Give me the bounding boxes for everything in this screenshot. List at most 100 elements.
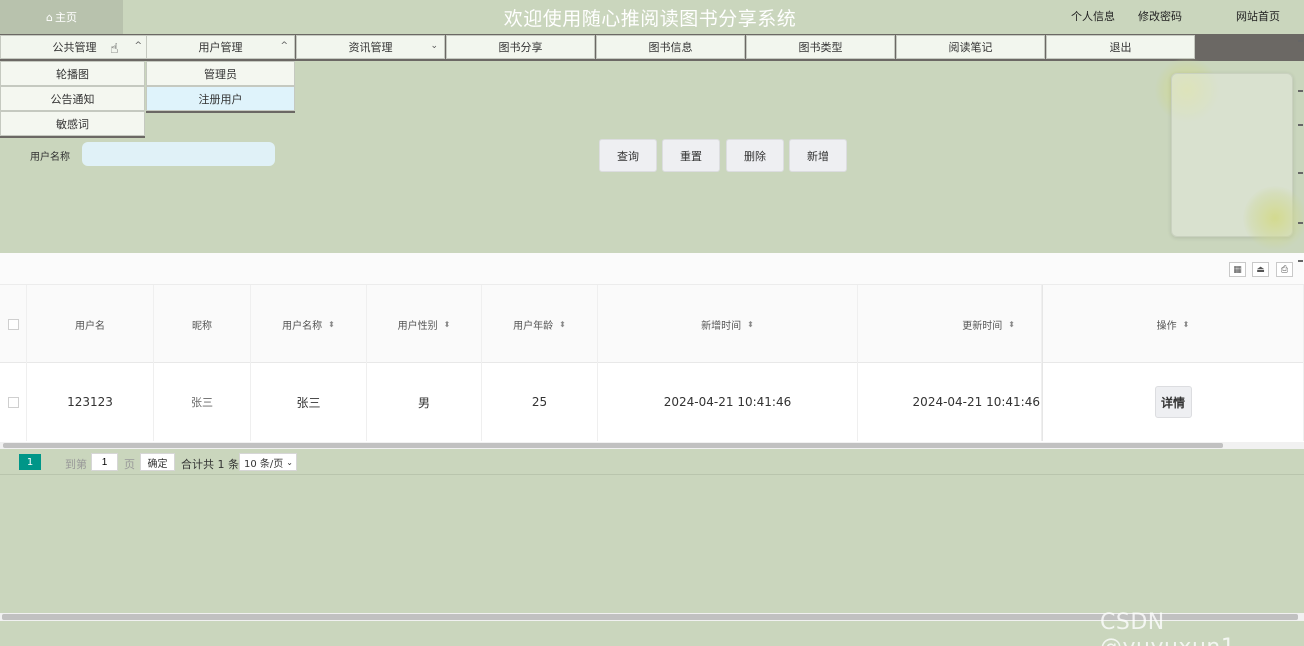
cell-username: 123123 [27,363,154,441]
column-header-label: 用户名称 [282,320,323,332]
reset-button[interactable]: 重置 [662,139,720,172]
nav-item-label: 阅读笔记 [948,41,993,54]
scrollbar-thumb[interactable] [3,443,1223,448]
delete-button[interactable]: 删除 [726,139,784,172]
column-header: 用户名 [27,285,154,363]
add-button[interactable]: 新增 [789,139,847,172]
nav-item-book-info[interactable]: 图书信息 [596,35,745,59]
select-all-cell [0,285,27,363]
page-number-current[interactable]: 1 [19,454,41,470]
cell-name: 张三 [251,363,367,441]
page-size-value: 10 条/页 [244,458,284,470]
column-header[interactable]: 用户性别 ⬍ [367,285,482,363]
cell-created-time: 2024-04-21 10:41:46 [598,363,858,441]
nav-item-reading-notes[interactable]: 阅读笔记 [896,35,1045,59]
goto-page-input[interactable] [91,453,118,471]
column-header: 昵称 [154,285,251,363]
dropdown-user: 管理员 注册用户 [146,61,295,113]
row-select-cell [0,363,27,441]
dropdown-item-sensitive-words[interactable]: 敏感词 [0,111,145,136]
export-icon[interactable]: ⏏ [1252,262,1269,277]
sort-icon[interactable]: ⬍ [1008,320,1015,329]
columns-filter-icon[interactable]: ▦ [1229,262,1246,277]
query-button[interactable]: 查询 [599,139,657,172]
nav-item-label: 图书类型 [798,41,843,54]
column-header-label: 更新时间 [962,320,1003,332]
dropdown-item-admin[interactable]: 管理员 [146,61,295,86]
column-header[interactable]: 新增时间 ⬍ [598,285,858,363]
nav-item-book-type[interactable]: 图书类型 [746,35,895,59]
page-size-select[interactable]: 10 条/页 ⌄ [239,453,297,471]
home-button[interactable]: ⌂ 主页 [0,0,123,34]
cell-actions: 详情 [1042,363,1304,441]
chevron-up-icon: ^ [280,41,288,51]
dropdown-item-carousel[interactable]: 轮播图 [0,61,145,86]
nav-item-label: 公共管理 [52,41,97,54]
watermark: CSDN @yuyuxun1 [1100,610,1235,646]
nav-item-label: 资讯管理 [348,41,393,54]
row-checkbox[interactable] [7,396,19,408]
column-header[interactable]: 更新时间 ⬍ [858,285,1042,363]
divider [0,474,1304,475]
chevron-up-icon: ^ [134,41,142,51]
column-header-label: 用户名 [75,320,105,332]
site-home-link[interactable]: 网站首页 [1236,8,1280,24]
nav-item-user[interactable]: 用户管理 ^ [146,35,295,59]
page-unit-label: 页 [124,458,135,471]
column-header[interactable]: 操作 ⬍ [1042,285,1304,363]
top-bar: ⌂ 主页 欢迎使用随心推阅读图书分享系统 个人信息 修改密码 网站首页 [0,0,1304,37]
decor-blob [1243,186,1304,250]
dropdown-item-registered-user[interactable]: 注册用户 [146,86,295,111]
table-header: 用户名 昵称 用户名称 ⬍ 用户性别 ⬍ 用户年龄 ⬍ 新增时间 ⬍ 更新时间 … [0,285,1304,363]
sort-icon[interactable]: ⬍ [328,320,335,329]
print-icon[interactable]: ⎙ [1276,262,1293,277]
column-header-label: 昵称 [192,320,212,332]
nav-item-label: 图书信息 [648,41,693,54]
nav-filler [1196,34,1304,61]
main-nav: 公共管理 ^ 用户管理 ^ 资讯管理 ⌄ 图书分享 图书信息 图书类型 阅读笔记… [0,34,1304,61]
dropdown-public: 轮播图 公告通知 敏感词 [0,61,145,138]
user-table: ▦ ⏏ ⎙ 用户名 昵称 用户名称 ⬍ 用户性别 ⬍ 用户年龄 ⬍ 新增时间 ⬍ [0,253,1304,449]
chevron-down-icon: ⌄ [430,41,438,51]
nav-item-logout[interactable]: 退出 [1046,35,1195,59]
dropdown-item-notice[interactable]: 公告通知 [0,86,145,111]
nav-item-news[interactable]: 资讯管理 ⌄ [296,35,445,59]
pointer-cursor-icon: ☝ [110,41,119,57]
detail-button[interactable]: 详情 [1154,386,1192,418]
column-header[interactable]: 用户名称 ⬍ [251,285,367,363]
sort-icon[interactable]: ⬍ [1183,320,1190,329]
goto-label: 到第 [65,458,87,471]
cell-gender: 男 [367,363,482,441]
total-count: 合计共 1 条 [181,458,239,471]
column-header-label: 用户性别 [397,320,438,332]
sort-icon[interactable]: ⬍ [559,320,566,329]
home-label: 主页 [54,11,77,24]
nav-item-public[interactable]: 公共管理 ^ [0,35,149,59]
search-input[interactable] [82,142,275,166]
cell-age: 25 [482,363,598,441]
nav-item-label: 图书分享 [498,41,543,54]
home-icon: ⌂ [46,10,53,24]
column-header[interactable]: 用户年龄 ⬍ [482,285,598,363]
cell-updated-time: 2024-04-21 10:41:46 [858,363,1042,441]
sort-icon[interactable]: ⬍ [747,320,754,329]
search-label: 用户名称 [30,152,70,163]
table-toolbar: ▦ ⏏ ⎙ [0,253,1304,285]
nav-item-label: 用户管理 [198,41,243,54]
profile-link[interactable]: 个人信息 [1059,8,1127,37]
change-password-link[interactable]: 修改密码 [1138,8,1182,24]
table-horizontal-scrollbar[interactable] [0,442,1304,449]
sort-icon[interactable]: ⬍ [444,320,451,329]
column-header-label: 操作 [1156,320,1177,332]
column-header-label: 新增时间 [701,320,742,332]
nav-item-book-share[interactable]: 图书分享 [446,35,595,59]
select-all-checkbox[interactable] [7,318,19,330]
cell-nickname: 张三 [154,363,251,441]
column-header-label: 用户年龄 [513,320,554,332]
edge-artifact [1297,34,1304,274]
table-row: 123123 张三 张三 男 25 2024-04-21 10:41:46 20… [0,363,1304,441]
chevron-down-icon: ⌄ [286,457,293,467]
pagination: 1 到第 页 确定 合计共 1 条 10 条/页 ⌄ [0,453,1304,473]
goto-confirm-button[interactable]: 确定 [140,453,175,471]
site-title: 欢迎使用随心推阅读图书分享系统 [503,8,797,30]
